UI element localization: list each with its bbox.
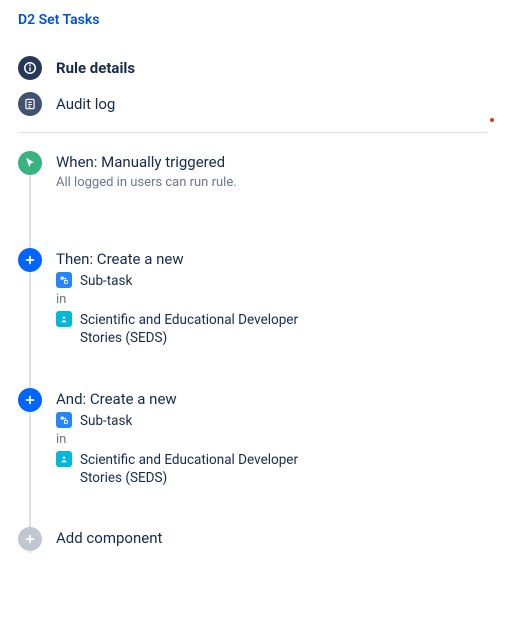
nav-rule-details[interactable]: Rule details (18, 50, 488, 86)
rule-nav: Rule details Audit log (18, 50, 488, 122)
info-icon (18, 56, 42, 80)
plus-icon (18, 388, 42, 412)
step-trigger[interactable]: When: Manually triggered All logged in u… (18, 151, 488, 190)
divider (18, 132, 488, 133)
step-then-title: Then: Create a new (56, 250, 330, 268)
step-then-create[interactable]: Then: Create a new Sub-task in Scientifi… (18, 248, 488, 348)
in-label: in (56, 292, 330, 307)
timeline-connector (29, 163, 31, 553)
audit-log-icon (18, 92, 42, 116)
issue-type-label: Sub-task (80, 272, 132, 290)
cursor-icon (18, 151, 42, 175)
step-trigger-subtitle: All logged in users can run rule. (56, 175, 237, 190)
nav-audit-log-label: Audit log (56, 95, 115, 113)
nav-audit-log[interactable]: Audit log (18, 86, 488, 122)
notification-dot-icon (490, 118, 494, 122)
rule-name[interactable]: D2 Set Tasks (18, 8, 488, 50)
step-and-title: And: Create a new (56, 390, 330, 408)
subtask-icon (56, 412, 72, 428)
add-component-button[interactable]: Add component (18, 527, 488, 551)
add-component-label: Add component (56, 529, 162, 547)
project-icon (56, 451, 72, 467)
project-label: Scientific and Educational Developer Sto… (80, 451, 330, 487)
issue-type-label: Sub-task (80, 412, 132, 430)
plus-icon (18, 527, 42, 551)
in-label: in (56, 432, 330, 447)
project-icon (56, 311, 72, 327)
plus-icon (18, 248, 42, 272)
subtask-icon (56, 272, 72, 288)
step-and-create[interactable]: And: Create a new Sub-task in Scientific… (18, 388, 488, 488)
step-trigger-title: When: Manually triggered (56, 153, 237, 171)
nav-rule-details-label: Rule details (56, 59, 135, 77)
project-label: Scientific and Educational Developer Sto… (80, 311, 330, 347)
rule-timeline: When: Manually triggered All logged in u… (18, 151, 488, 551)
